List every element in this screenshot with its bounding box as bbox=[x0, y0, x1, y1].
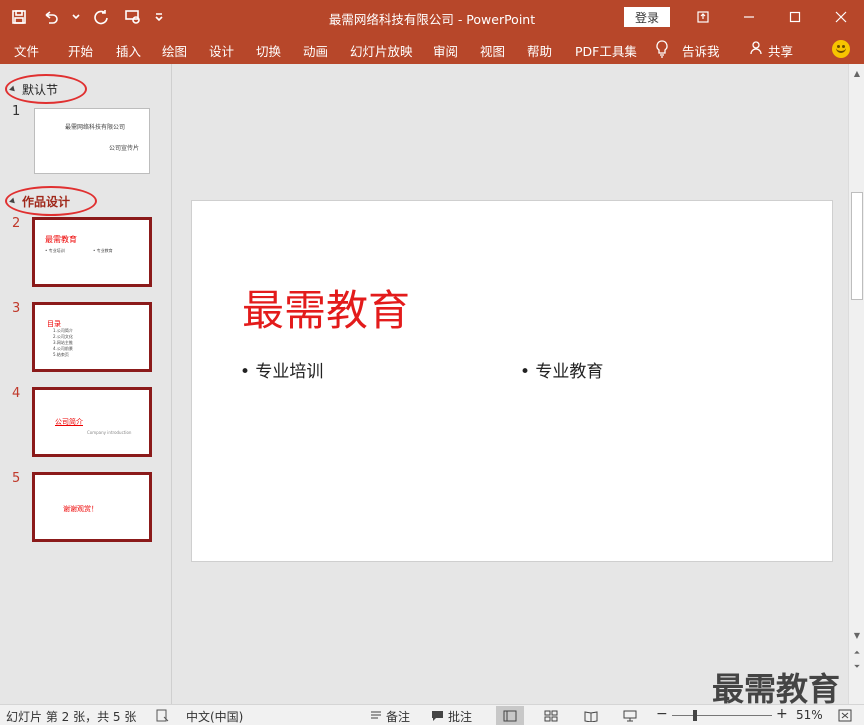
next-slide-icon[interactable]: ⏷ bbox=[852, 662, 862, 672]
thumb-text: 最需网络科技有限公司 bbox=[65, 124, 126, 131]
tab-transitions[interactable]: 切换 bbox=[256, 41, 281, 60]
normal-view-icon[interactable] bbox=[496, 706, 524, 725]
scroll-up-icon[interactable]: ▲ bbox=[852, 68, 862, 78]
close-icon[interactable] bbox=[818, 0, 864, 34]
tab-draw[interactable]: 绘图 bbox=[162, 41, 187, 60]
tab-view[interactable]: 视图 bbox=[480, 41, 505, 60]
undo-dropdown-icon[interactable] bbox=[72, 6, 80, 28]
slide-thumbnail-3[interactable]: 目录 1.公司简介 2.公司文化 3.网站主推 4.公司前景 5.结束页 bbox=[32, 302, 152, 372]
accessibility-check-icon[interactable] bbox=[156, 709, 170, 722]
thumb-text: 公司宣传片 bbox=[109, 145, 140, 152]
slide-thumbnail-4[interactable]: 公司简介 Company introduction bbox=[32, 387, 152, 457]
share-button[interactable]: 共享 bbox=[768, 41, 793, 60]
previous-slide-icon[interactable]: ⏶ bbox=[852, 648, 862, 658]
reading-view-icon[interactable] bbox=[577, 706, 605, 725]
lightbulb-icon bbox=[656, 40, 668, 58]
current-slide[interactable]: 最需教育 • 专业培训 • 专业教育 bbox=[191, 200, 833, 562]
save-icon[interactable] bbox=[8, 6, 30, 28]
slide-thumbnail-2[interactable]: 最需教育 • 专业培训 • 专业教育 bbox=[32, 217, 152, 287]
zoom-in-icon[interactable]: + bbox=[776, 706, 788, 722]
slide-thumbnail-5[interactable]: 谢谢观赏！ bbox=[32, 472, 152, 542]
thumb-text: Company introduction bbox=[87, 430, 132, 435]
minimize-icon[interactable] bbox=[726, 0, 772, 34]
tab-animations[interactable]: 动画 bbox=[303, 41, 328, 60]
slide-number: 3 bbox=[12, 301, 21, 316]
tab-review[interactable]: 审阅 bbox=[433, 41, 458, 60]
maximize-icon[interactable] bbox=[772, 0, 818, 34]
slide-bullet-right[interactable]: • 专业教育 bbox=[520, 357, 603, 382]
slide-bullet-left[interactable]: • 专业培训 bbox=[240, 357, 323, 382]
thumb-text: • 专业教育 bbox=[93, 248, 113, 253]
zoom-out-icon[interactable]: − bbox=[656, 706, 668, 722]
tab-slideshow[interactable]: 幻灯片放映 bbox=[350, 41, 413, 60]
slide-number: 4 bbox=[12, 386, 21, 401]
tab-design[interactable]: 设计 bbox=[209, 41, 234, 60]
thumb-text: 5.结束页 bbox=[53, 352, 69, 357]
feedback-smiley-icon[interactable] bbox=[832, 40, 850, 58]
quick-access-toolbar bbox=[8, 0, 164, 34]
slideshow-view-icon[interactable] bbox=[616, 706, 644, 725]
tab-pdf-tools[interactable]: PDF工具集 bbox=[575, 41, 637, 60]
fit-slide-icon[interactable] bbox=[838, 709, 852, 722]
thumb-text: 最需教育 bbox=[45, 235, 77, 244]
slide-sorter-icon[interactable] bbox=[537, 706, 565, 725]
section-name: 默认节 bbox=[22, 83, 59, 97]
tab-file[interactable]: 文件 bbox=[14, 41, 39, 60]
login-button[interactable]: 登录 bbox=[624, 7, 670, 27]
zoom-level[interactable]: 51% bbox=[796, 708, 823, 722]
undo-icon[interactable] bbox=[40, 6, 62, 28]
scrollbar-thumb[interactable] bbox=[851, 192, 863, 300]
zoom-slider-knob[interactable] bbox=[692, 710, 697, 721]
ribbon-tabs: 文件 开始 插入 绘图 设计 切换 动画 幻灯片放映 审阅 视图 帮助 PDF工… bbox=[0, 34, 864, 64]
tab-help[interactable]: 帮助 bbox=[527, 41, 552, 60]
collapse-triangle-icon[interactable] bbox=[9, 197, 17, 206]
person-icon bbox=[750, 41, 762, 55]
thumb-text: • 专业培训 bbox=[45, 248, 65, 253]
slide-number: 1 bbox=[12, 104, 21, 119]
tab-insert[interactable]: 插入 bbox=[116, 41, 141, 60]
slide-title[interactable]: 最需教育 bbox=[242, 277, 410, 338]
tell-me[interactable]: 告诉我 bbox=[682, 41, 720, 60]
tab-home[interactable]: 开始 bbox=[68, 41, 93, 60]
present-from-start-icon[interactable] bbox=[122, 6, 144, 28]
language-indicator[interactable]: 中文(中国) bbox=[186, 708, 243, 725]
section-header-design[interactable]: 作品设计 bbox=[9, 193, 71, 210]
slide-thumbnail-1[interactable]: 最需网络科技有限公司 公司宣传片 bbox=[34, 108, 150, 174]
slide-number: 5 bbox=[12, 471, 21, 486]
customize-qat-icon[interactable] bbox=[154, 6, 164, 28]
notes-icon[interactable] bbox=[370, 710, 382, 721]
section-header-default[interactable]: 默认节 bbox=[9, 81, 59, 98]
thumb-text: 公司简介 bbox=[55, 418, 83, 426]
comments-icon[interactable] bbox=[431, 710, 444, 722]
notes-button[interactable]: 备注 bbox=[386, 708, 410, 725]
status-bar: 幻灯片 第 2 张，共 5 张 中文(中国) 备注 批注 − + 51% bbox=[0, 704, 864, 725]
thumb-text: 谢谢观赏！ bbox=[63, 505, 98, 513]
redo-icon[interactable] bbox=[90, 6, 112, 28]
zoom-slider[interactable] bbox=[672, 715, 772, 716]
slide-number: 2 bbox=[12, 216, 21, 231]
ribbon-display-options-icon[interactable] bbox=[680, 0, 726, 34]
slide-count: 幻灯片 第 2 张，共 5 张 bbox=[6, 710, 137, 724]
collapse-triangle-icon[interactable] bbox=[9, 85, 17, 94]
comments-button[interactable]: 批注 bbox=[448, 708, 472, 725]
scroll-down-icon[interactable]: ▼ bbox=[852, 630, 862, 640]
section-name: 作品设计 bbox=[22, 195, 71, 209]
title-bar: 最需网络科技有限公司 - PowerPoint 登录 bbox=[0, 0, 864, 34]
vertical-scrollbar[interactable]: ▲ ▼ ⏶ ⏷ bbox=[848, 64, 864, 704]
